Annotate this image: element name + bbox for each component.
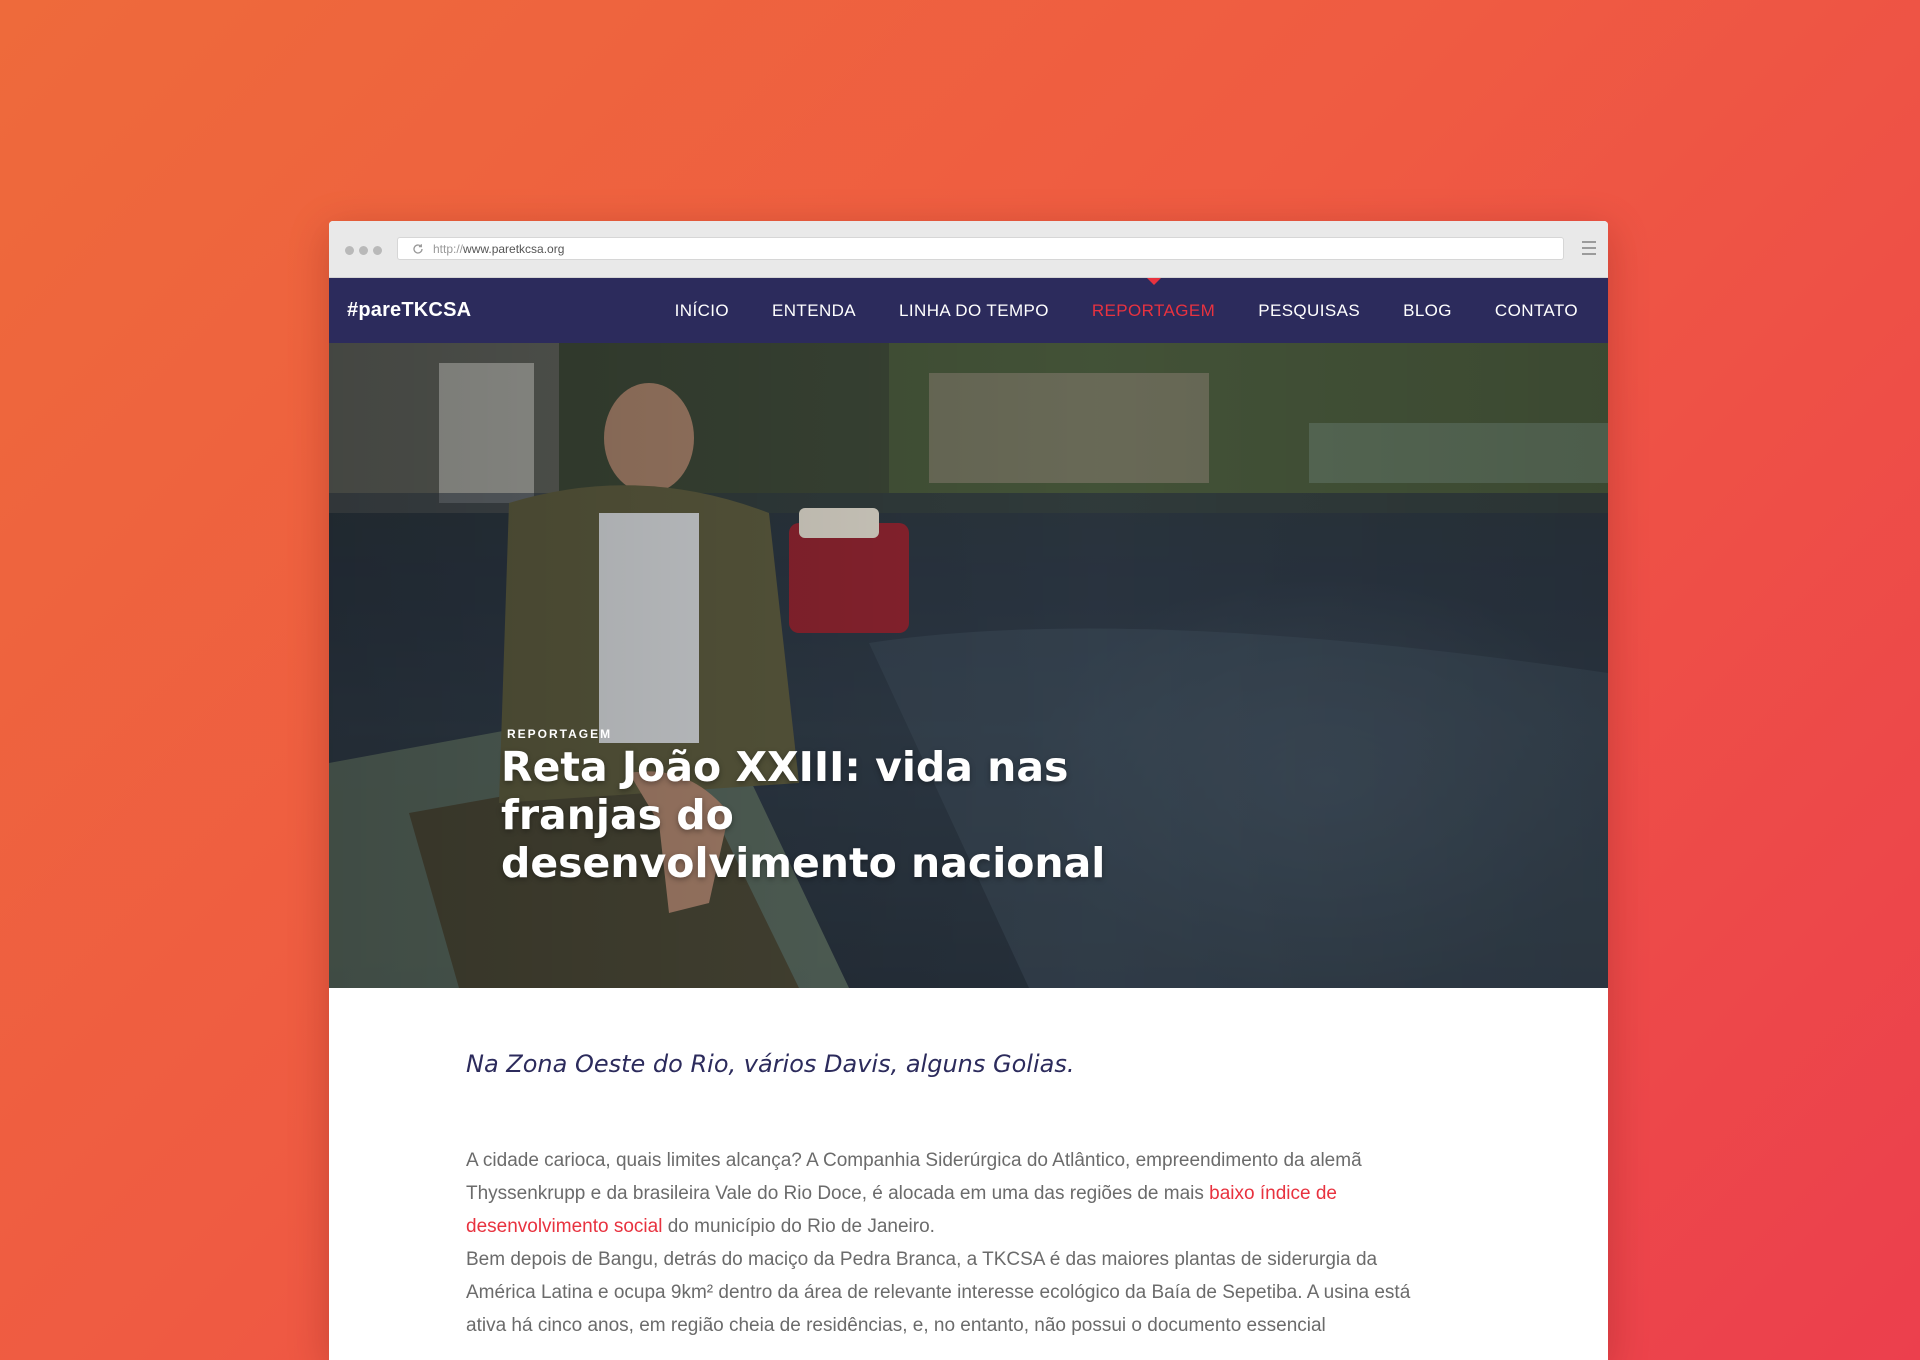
article-paragraph: A cidade carioca, quais limites alcança?… — [466, 1150, 1362, 1237]
article-body: Na Zona Oeste do Rio, vários Davis, algu… — [329, 988, 1608, 1342]
site-logo[interactable]: #pareTKCSA — [347, 278, 471, 343]
address-bar[interactable]: http://www.paretkcsa.org — [397, 237, 1564, 260]
article-title: Reta João XXIII: vida nas franjas do des… — [501, 743, 1106, 887]
window-dot[interactable] — [359, 246, 368, 255]
window-controls — [345, 246, 382, 255]
nav-item-linha-do-tempo[interactable]: LINHA DO TEMPO — [899, 278, 1049, 343]
nav-item-blog[interactable]: BLOG — [1403, 278, 1452, 343]
nav-item-pesquisas[interactable]: PESQUISAS — [1258, 278, 1360, 343]
window-dot[interactable] — [373, 246, 382, 255]
hero-overlay — [329, 343, 1608, 988]
window-dot[interactable] — [345, 246, 354, 255]
active-caret-icon — [1146, 278, 1161, 285]
hero-kicker: REPORTAGEM — [507, 727, 613, 741]
nav-item-inicio[interactable]: INÍCIO — [675, 278, 729, 343]
browser-toolbar: http://www.paretkcsa.org — [329, 221, 1608, 278]
browser-window: http://www.paretkcsa.org #pareTKCSA INÍC… — [329, 221, 1608, 1360]
article-subtitle: Na Zona Oeste do Rio, vários Davis, algu… — [466, 1050, 1075, 1078]
hero-image: REPORTAGEM Reta João XXIII: vida nas fra… — [329, 343, 1608, 988]
nav-item-entenda[interactable]: ENTENDA — [772, 278, 856, 343]
reload-icon[interactable] — [411, 242, 425, 256]
site-header: #pareTKCSA INÍCIO ENTENDA LINHA DO TEMPO… — [329, 278, 1608, 343]
nav-item-contato[interactable]: CONTATO — [1495, 278, 1578, 343]
browser-menu-icon[interactable] — [1582, 241, 1596, 255]
article-paragraph: Bem depois de Bangu, detrás do maciço da… — [466, 1249, 1411, 1336]
main-nav: INÍCIO ENTENDA LINHA DO TEMPO REPORTAGEM… — [675, 278, 1578, 343]
url-text: http://www.paretkcsa.org — [433, 241, 565, 256]
nav-item-reportagem[interactable]: REPORTAGEM — [1092, 278, 1215, 343]
